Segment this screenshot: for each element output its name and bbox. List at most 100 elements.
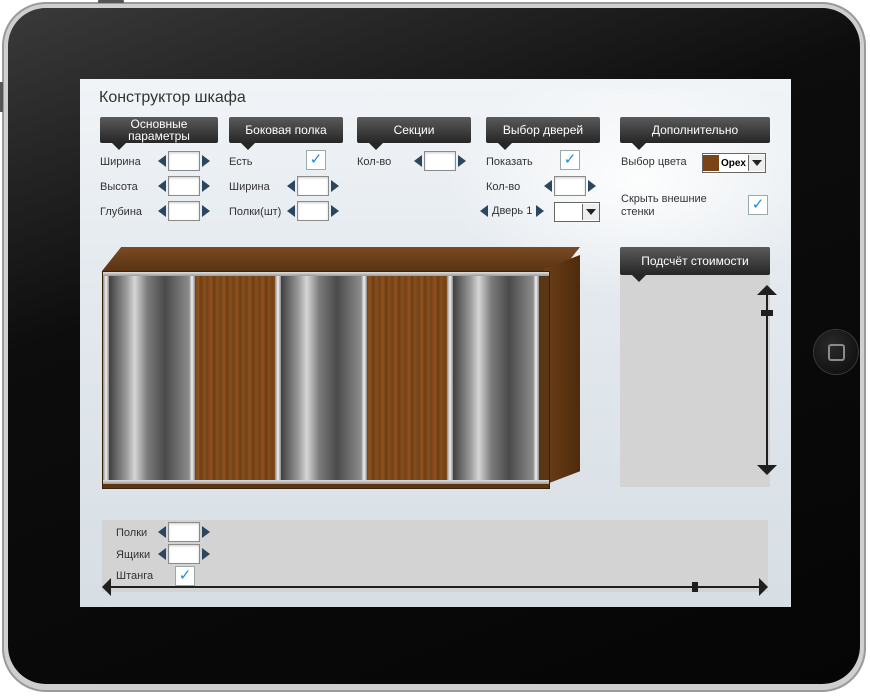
increment-icon[interactable] bbox=[202, 526, 210, 538]
width-stepper[interactable] bbox=[158, 151, 210, 171]
price-scroll-thumb[interactable] bbox=[761, 310, 773, 316]
width-input[interactable] bbox=[168, 151, 200, 171]
price-scroll-track[interactable] bbox=[766, 289, 768, 469]
price-header-label: Подсчёт стоимости bbox=[641, 254, 749, 268]
section-header-main: Основные параметры bbox=[100, 117, 218, 150]
sections-count-stepper[interactable] bbox=[414, 151, 466, 171]
increment-icon[interactable] bbox=[588, 180, 596, 192]
doors-count-input[interactable] bbox=[554, 176, 586, 196]
door-mirror[interactable] bbox=[109, 276, 189, 480]
height-label: Высота bbox=[100, 181, 138, 193]
decrement-icon[interactable] bbox=[287, 180, 295, 192]
dropdown-button[interactable] bbox=[582, 204, 599, 220]
increment-icon[interactable] bbox=[458, 155, 466, 167]
decrement-icon[interactable] bbox=[158, 548, 166, 560]
check-icon: ✓ bbox=[178, 567, 192, 584]
section-header-side-shelf: Боковая полка bbox=[229, 117, 343, 150]
prev-door-icon[interactable] bbox=[480, 205, 488, 217]
side-shelf-count-label: Полки(шт) bbox=[229, 206, 282, 218]
side-shelf-count-input[interactable] bbox=[297, 201, 329, 221]
scroll-left-icon[interactable] bbox=[102, 578, 111, 596]
increment-icon[interactable] bbox=[202, 155, 210, 167]
door-select-stepper[interactable]: Дверь 1 bbox=[480, 201, 545, 221]
volume-button bbox=[0, 82, 3, 112]
door-wood[interactable] bbox=[367, 276, 447, 480]
section-scroll-track[interactable] bbox=[110, 586, 762, 588]
wardrobe-front bbox=[102, 271, 550, 489]
next-door-icon[interactable] bbox=[536, 205, 545, 217]
scroll-down-icon[interactable] bbox=[757, 465, 777, 475]
increment-icon[interactable] bbox=[331, 205, 339, 217]
decrement-icon[interactable] bbox=[414, 155, 422, 167]
check-icon: ✓ bbox=[563, 151, 577, 168]
shelves-input[interactable] bbox=[168, 522, 200, 542]
increment-icon[interactable] bbox=[202, 205, 210, 217]
dropdown-button[interactable] bbox=[748, 155, 765, 171]
hide-walls-checkbox[interactable]: ✓ bbox=[748, 195, 768, 215]
wardrobe-top bbox=[102, 247, 580, 271]
home-button[interactable] bbox=[814, 330, 858, 374]
chevron-down-icon bbox=[752, 160, 762, 166]
top-button bbox=[98, 0, 124, 3]
depth-label: Глубина bbox=[100, 206, 143, 218]
color-select-value: Орех bbox=[721, 157, 746, 169]
section-header-side-shelf-label: Боковая полка bbox=[245, 123, 327, 137]
shelves-stepper[interactable] bbox=[158, 522, 210, 542]
decrement-icon[interactable] bbox=[287, 205, 295, 217]
section-scroll-thumb[interactable] bbox=[692, 582, 698, 592]
doors-count-stepper[interactable] bbox=[544, 176, 596, 196]
side-shelf-width-stepper[interactable] bbox=[287, 176, 339, 196]
sections-count-input[interactable] bbox=[424, 151, 456, 171]
door-select-label: Дверь 1 bbox=[492, 205, 533, 217]
height-input[interactable] bbox=[168, 176, 200, 196]
side-shelf-checkbox[interactable]: ✓ bbox=[306, 150, 326, 170]
doors-show-checkbox[interactable]: ✓ bbox=[560, 150, 580, 170]
color-select[interactable]: Орех bbox=[702, 153, 766, 173]
door-wood[interactable] bbox=[195, 276, 275, 480]
door-select-dropdown[interactable] bbox=[554, 202, 600, 222]
width-label: Ширина bbox=[100, 156, 141, 168]
section-header-sections: Секции bbox=[357, 117, 471, 150]
section-header-extra: Дополнительно bbox=[620, 117, 770, 150]
drawers-label: Ящики bbox=[116, 549, 151, 561]
side-shelf-count-stepper[interactable] bbox=[287, 201, 339, 221]
depth-stepper[interactable] bbox=[158, 201, 210, 221]
decrement-icon[interactable] bbox=[158, 205, 166, 217]
drawers-stepper[interactable] bbox=[158, 544, 210, 564]
increment-icon[interactable] bbox=[202, 548, 210, 560]
side-shelf-present-label: Есть bbox=[229, 156, 253, 168]
check-icon: ✓ bbox=[309, 151, 323, 168]
door-mirror[interactable] bbox=[281, 276, 361, 480]
side-shelf-width-input[interactable] bbox=[297, 176, 329, 196]
side-shelf-width-label: Ширина bbox=[229, 181, 270, 193]
height-stepper[interactable] bbox=[158, 176, 210, 196]
check-icon: ✓ bbox=[751, 196, 765, 213]
wardrobe-preview bbox=[102, 247, 580, 489]
depth-input[interactable] bbox=[168, 201, 200, 221]
doors-show-label: Показать bbox=[486, 156, 533, 168]
door-post bbox=[533, 276, 539, 480]
home-square-icon bbox=[828, 344, 845, 361]
rod-checkbox[interactable]: ✓ bbox=[175, 566, 195, 586]
shelves-label: Полки bbox=[116, 527, 148, 539]
increment-icon[interactable] bbox=[202, 180, 210, 192]
price-header: Подсчёт стоимости bbox=[620, 247, 770, 282]
scroll-up-icon[interactable] bbox=[757, 285, 777, 295]
decrement-icon[interactable] bbox=[158, 526, 166, 538]
scroll-right-icon[interactable] bbox=[759, 578, 768, 596]
section-header-sections-label: Секции bbox=[393, 123, 435, 137]
wood-swatch bbox=[703, 155, 719, 171]
section-header-main-label: Основные параметры bbox=[128, 117, 190, 143]
drawers-input[interactable] bbox=[168, 544, 200, 564]
decrement-icon[interactable] bbox=[544, 180, 552, 192]
hide-walls-label: Скрыть внешние стенки bbox=[621, 193, 707, 218]
decrement-icon[interactable] bbox=[158, 180, 166, 192]
decrement-icon[interactable] bbox=[158, 155, 166, 167]
sections-count-label: Кол-во bbox=[357, 156, 392, 168]
section-options-panel: Полки Ящики Штанга ✓ bbox=[102, 520, 768, 592]
door-mirror[interactable] bbox=[453, 276, 533, 480]
increment-icon[interactable] bbox=[331, 180, 339, 192]
section-header-doors: Выбор дверей bbox=[486, 117, 600, 150]
page-title: Конструктор шкафа bbox=[99, 89, 246, 106]
section-header-extra-label: Дополнительно bbox=[651, 123, 739, 137]
